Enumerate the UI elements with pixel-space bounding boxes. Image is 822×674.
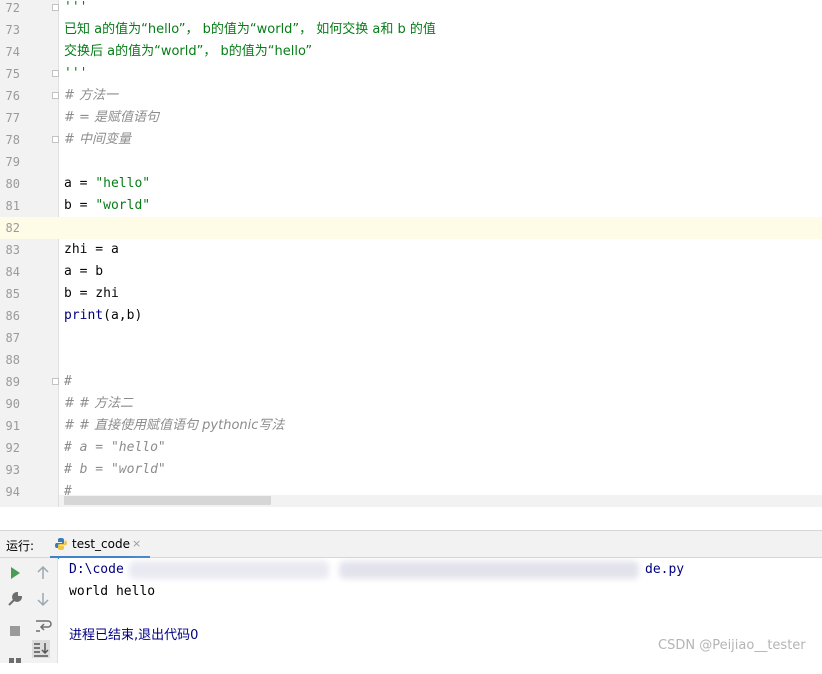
code-text: a = "hello" [64,176,151,191]
code-line[interactable]: 91 # # 直接使用赋值语句 pythonic写法 [0,415,822,437]
code-line[interactable]: 84 a = b [0,261,822,283]
run-tab-test-code[interactable]: test_code × [50,531,150,559]
code-line[interactable]: 83 zhi = a [0,239,822,261]
code-line[interactable]: 87 [0,327,822,349]
line-number: 82 [5,221,20,235]
fold-marker-icon[interactable] [52,378,59,385]
python-file-icon [55,538,67,550]
redacted-path [129,561,329,579]
code-text: ''' [64,0,88,15]
line-number: 86 [5,309,20,323]
line-number: 89 [5,375,20,389]
line-number: 93 [5,463,20,477]
console-path-end: de.py [645,562,685,577]
code-line[interactable]: 73 已知 a的值为“hello”， b的值为“world”， 如何交换 a和 b… [0,19,822,41]
code-line[interactable]: 76 # 方法一 [0,85,822,107]
code-text: 交换后 a的值为“world”， b的值为“hello” [64,44,313,59]
line-number: 79 [5,155,20,169]
code-text: ''' [64,66,88,81]
code-text: # [64,374,72,389]
line-number: 85 [5,287,20,301]
stop-icon[interactable] [6,622,24,640]
scroll-to-end-icon[interactable] [32,640,50,658]
code-text: # 方法一 [64,88,119,103]
code-text: b = zhi [64,286,119,301]
code-line[interactable]: 90 # # 方法二 [0,393,822,415]
code-text: print(a,b) [64,308,143,323]
code-text: zhi = a [64,242,119,257]
line-number: 74 [5,45,20,59]
line-number: 87 [5,331,20,345]
line-number: 94 [5,485,20,499]
code-line[interactable]: 82 [0,217,822,239]
code-text: 已知 a的值为“hello”， b的值为“world”， 如何交换 a和 b 的… [64,22,436,37]
run-toolbar [0,558,58,663]
code-line[interactable]: 77 # = 是赋值语句 [0,107,822,129]
fold-marker-icon[interactable] [52,4,59,11]
run-panel-header: 运行: test_code × [0,530,822,559]
code-text: # # 直接使用赋值语句 pythonic写法 [64,418,285,433]
code-line[interactable]: 93 # b = "world" [0,459,822,481]
line-number: 76 [5,89,20,103]
redacted-path [339,561,639,579]
code-text: # 中间变量 [64,132,132,147]
line-number: 88 [5,353,20,367]
line-number: 84 [5,265,20,279]
code-text: # # 方法二 [64,396,134,411]
line-number: 90 [5,397,20,411]
console-exit-message: 进程已结束,退出代码0 [69,628,199,643]
layout-icon[interactable] [6,656,24,674]
run-icon[interactable] [6,564,24,582]
code-line[interactable]: 85 b = zhi [0,283,822,305]
code-line[interactable]: 74 交换后 a的值为“world”， b的值为“hello” [0,41,822,63]
line-number: 92 [5,441,20,455]
line-number: 72 [5,1,20,15]
code-line[interactable]: 81 b = "world" [0,195,822,217]
line-number: 83 [5,243,20,257]
line-number: 81 [5,199,20,213]
console-output-line: world hello [69,584,156,599]
close-icon[interactable]: × [132,537,141,550]
horizontal-scrollbar-thumb[interactable] [64,496,271,505]
run-tab-label: test_code [72,537,130,551]
code-text: a = b [64,264,104,279]
code-line[interactable]: 92 # a = "hello" [0,437,822,459]
code-text: # a = "hello" [64,440,166,455]
code-line[interactable]: 80 a = "hello" [0,173,822,195]
code-line[interactable]: 78 # 中间变量 [0,129,822,151]
line-number: 73 [5,23,20,37]
code-text: # b = "world" [64,462,166,477]
line-number: 91 [5,419,20,433]
fold-marker-icon[interactable] [52,92,59,99]
down-arrow-icon[interactable] [34,590,52,608]
code-text: # = 是赋值语句 [64,110,160,125]
code-line[interactable]: 72 ''' [0,0,822,19]
wrench-icon[interactable] [6,590,24,608]
code-text: b = "world" [64,198,151,213]
code-editor[interactable]: 72 ''' 73 已知 a的值为“hello”， b的值为“world”， 如何交换… [0,0,822,507]
console-path-start: D:\code [69,562,124,577]
up-arrow-icon[interactable] [34,564,52,582]
line-number: 77 [5,111,20,125]
watermark: CSDN @Peijiao__tester [658,638,806,653]
soft-wrap-icon[interactable] [34,616,52,634]
line-number: 75 [5,67,20,81]
code-line[interactable]: 75 ''' [0,63,822,85]
fold-marker-icon[interactable] [52,70,59,77]
line-number: 78 [5,133,20,147]
run-panel-label: 运行: [6,539,35,553]
code-line[interactable]: 88 [0,349,822,371]
code-line[interactable]: 86 print(a,b) [0,305,822,327]
code-line[interactable]: 79 [0,151,822,173]
code-line[interactable]: 89 # [0,371,822,393]
fold-marker-icon[interactable] [52,136,59,143]
line-number: 80 [5,177,20,191]
